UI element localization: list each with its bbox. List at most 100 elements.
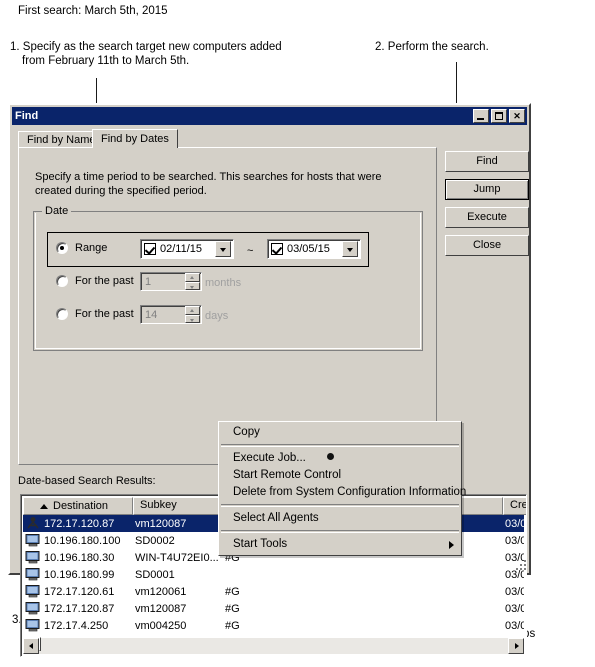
maximize-button[interactable] <box>491 109 507 123</box>
cell-destination: 172.17.120.87 <box>44 602 115 615</box>
past-months-value: 1 <box>145 275 152 288</box>
agent-icon <box>25 516 41 531</box>
past-months-radio-row[interactable]: For the past <box>56 275 134 287</box>
panel-description: Specify a time period to be searched. Th… <box>35 171 382 197</box>
range-radio[interactable] <box>56 242 68 254</box>
context-menu: Copy Execute Job... Start Remote Control… <box>218 421 466 556</box>
column-header-subkey[interactable]: Subkey <box>133 497 223 515</box>
results-label: Date-based Search Results: <box>18 475 156 487</box>
menu-separator <box>221 530 459 533</box>
date-to-field[interactable]: 03/05/15 <box>267 239 361 259</box>
minimize-button[interactable] <box>473 109 489 123</box>
past-days-unit: days <box>205 310 229 322</box>
computer-icon <box>25 618 41 633</box>
tabstrip: Find by Name Find by Dates <box>18 129 437 148</box>
date-from-chevron-down-icon[interactable] <box>215 241 231 257</box>
scrollbar-track[interactable] <box>39 637 508 654</box>
date-from-value: 02/11/15 <box>160 243 203 255</box>
resize-grip[interactable] <box>513 557 526 570</box>
cell-subkey: vm120087 <box>135 602 187 615</box>
cell-subkey: SD0002 <box>135 534 175 547</box>
spin-up-icon[interactable] <box>185 306 200 315</box>
past-days-value: 14 <box>145 308 158 321</box>
menu-item-start-remote-control[interactable]: Start Remote Control <box>219 467 461 484</box>
menu-item-delete-from-system-configuration-information[interactable]: Delete from System Configuration Informa… <box>219 484 466 501</box>
cell-destination: 172.17.120.87 <box>44 517 115 530</box>
table-row[interactable]: 10.196.180.99 SD0001 03/05/2015 1 <box>23 566 524 583</box>
column-header-destination-label: Destination <box>53 499 109 512</box>
close-button[interactable]: Close <box>445 235 529 256</box>
spin-down-icon[interactable] <box>185 314 200 323</box>
window-title: Find <box>15 110 39 122</box>
date-to-checkbox[interactable] <box>271 243 283 255</box>
cell-creation-date: 03/05/2015 1 <box>505 619 524 632</box>
annotation-2: 2. Perform the search. <box>375 41 489 53</box>
annotation-1: 1. Specify as the search target new comp… <box>10 41 282 67</box>
cell-creation-date: 03/05/2015 0 <box>505 602 524 615</box>
computer-icon <box>25 550 41 565</box>
date-groupbox: Date Range 02/11/15 ~ 03/05/15 For the p… <box>33 205 423 351</box>
computer-icon <box>25 533 41 548</box>
spin-down-icon[interactable] <box>185 281 200 290</box>
past-days-radio-row[interactable]: For the past <box>56 308 134 320</box>
tab-find-by-dates[interactable]: Find by Dates <box>92 129 178 148</box>
titlebar-buttons: ✕ <box>473 109 525 123</box>
sort-ascending-icon <box>40 503 48 509</box>
cell-subkey: vm120061 <box>135 585 187 598</box>
computer-icon <box>25 567 41 582</box>
cell-host-id: #G <box>225 602 240 615</box>
menu-item-copy[interactable]: Copy <box>219 424 461 441</box>
column-header-creation-date[interactable]: Creation date <box>503 497 526 515</box>
scroll-right-arrow-icon[interactable] <box>508 638 524 654</box>
cell-destination: 10.196.180.100 <box>44 534 121 547</box>
cell-subkey: vm120087 <box>135 517 187 530</box>
find-window: Find ✕ Find by Name Find by Dates Specif… <box>8 103 531 657</box>
scrollbar-thumb[interactable] <box>39 637 41 651</box>
cell-creation-date: 03/05/2015 0 <box>505 585 524 598</box>
computer-icon <box>25 584 41 599</box>
menu-item-start-tools[interactable]: Start Tools <box>219 536 461 553</box>
scroll-left-arrow-icon[interactable] <box>23 638 39 654</box>
past-days-stepper[interactable]: 14 <box>140 305 202 324</box>
past-days-spin-buttons[interactable] <box>185 306 200 323</box>
past-months-unit: months <box>205 277 242 289</box>
window-titlebar[interactable]: Find ✕ <box>12 107 527 125</box>
cell-subkey: WIN-T4U72EI0... <box>135 551 219 564</box>
table-row[interactable]: 172.17.4.250 vm004250 #G 03/05/2015 1 <box>23 617 524 634</box>
cell-subkey: SD0001 <box>135 568 175 581</box>
column-header-destination[interactable]: Destination <box>23 497 133 515</box>
date-from-field[interactable]: 02/11/15 <box>140 239 234 259</box>
past-months-stepper[interactable]: 1 <box>140 272 202 291</box>
jump-button[interactable]: Jump <box>445 179 529 200</box>
date-to-chevron-down-icon[interactable] <box>342 241 358 257</box>
table-row[interactable]: 172.17.120.61 vm120061 #G 03/05/2015 0 <box>23 583 524 600</box>
find-button[interactable]: Find <box>445 151 529 172</box>
close-icon[interactable]: ✕ <box>509 109 525 123</box>
tab-panel-find-by-dates: Specify a time period to be searched. Th… <box>18 147 437 465</box>
past-months-spin-buttons[interactable] <box>185 273 200 290</box>
range-radio-row[interactable]: Range <box>56 242 107 254</box>
results-horizontal-scrollbar[interactable] <box>23 637 524 654</box>
menu-item-select-all-agents[interactable]: Select All Agents <box>219 510 461 527</box>
date-from-checkbox[interactable] <box>144 243 156 255</box>
menu-separator <box>221 444 459 447</box>
computer-icon <box>25 601 41 616</box>
page-caption: First search: March 5th, 2015 <box>18 5 168 17</box>
cell-creation-date: 03/05/2015 0 <box>505 517 524 530</box>
table-row[interactable]: 172.17.120.87 vm120087 #G 03/05/2015 0 <box>23 600 524 617</box>
cell-destination: 10.196.180.30 <box>44 551 115 564</box>
past-months-label: For the past <box>75 275 134 287</box>
cell-destination: 172.17.120.61 <box>44 585 115 598</box>
cell-creation-date: 03/05/2015 1 <box>505 568 524 581</box>
spin-up-icon[interactable] <box>185 273 200 282</box>
cell-destination: 10.196.180.99 <box>44 568 115 581</box>
date-group-legend: Date <box>42 205 72 217</box>
execute-button[interactable]: Execute <box>445 207 529 228</box>
cell-destination: 172.17.4.250 <box>44 619 109 632</box>
menu-item-execute-job[interactable]: Execute Job... <box>219 450 461 467</box>
cell-host-id: #G <box>225 619 240 632</box>
menu-separator <box>221 504 459 507</box>
past-months-radio[interactable] <box>56 275 68 287</box>
past-days-radio[interactable] <box>56 308 68 320</box>
leader-dot-4 <box>327 453 334 460</box>
